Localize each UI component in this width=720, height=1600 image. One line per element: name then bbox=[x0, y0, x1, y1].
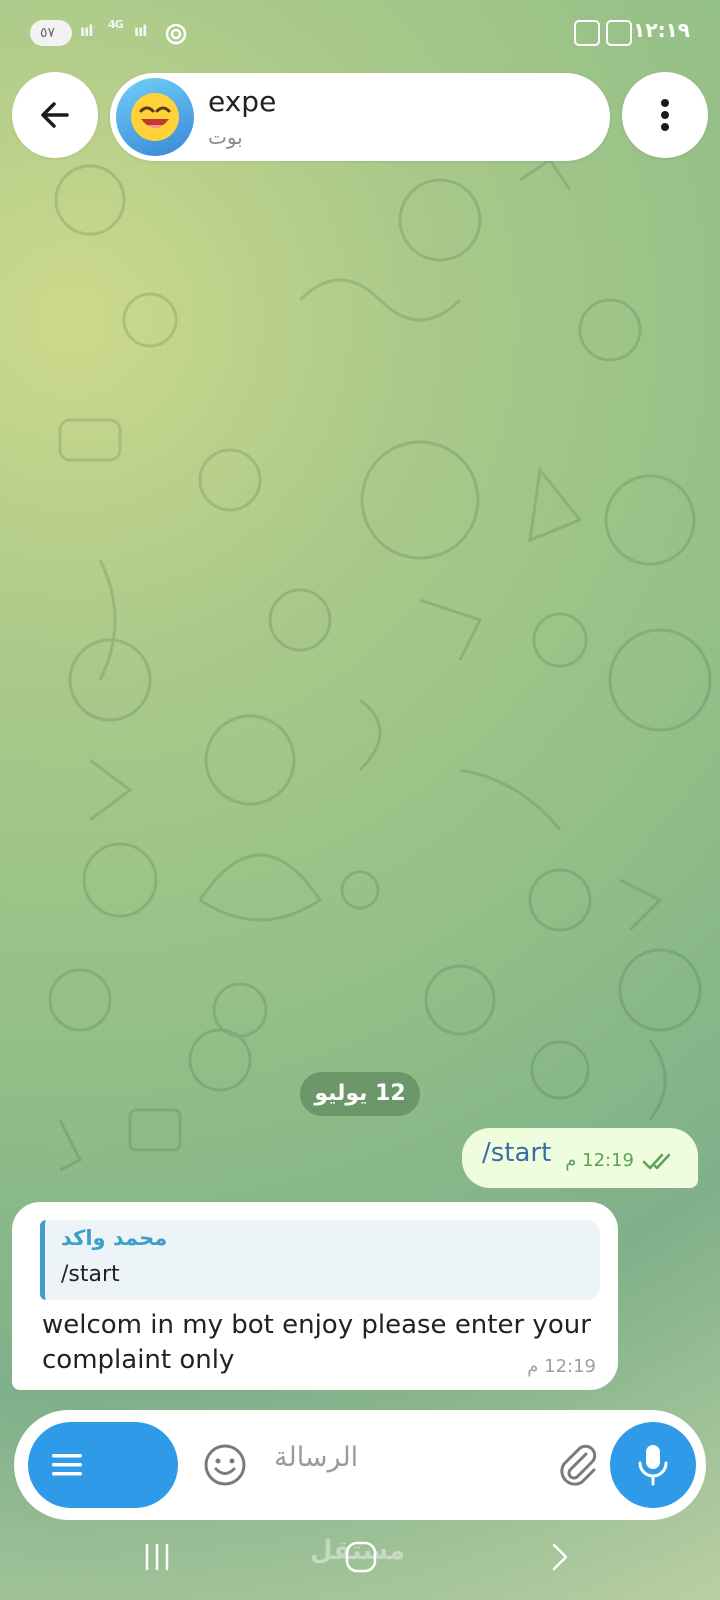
profile-notification-icon bbox=[574, 20, 600, 46]
message-text: /start bbox=[482, 1138, 552, 1168]
chat-subtitle: بوت bbox=[208, 125, 243, 149]
back-button[interactable] bbox=[12, 72, 98, 158]
network-type: 4G bbox=[108, 18, 124, 31]
read-check-icon bbox=[642, 1153, 671, 1170]
emoji-icon[interactable] bbox=[202, 1442, 248, 1488]
date-separator: 12 يوليو bbox=[300, 1072, 420, 1116]
back-nav-icon[interactable] bbox=[548, 1542, 572, 1572]
chat-header[interactable]: expe بوت bbox=[110, 73, 610, 161]
chat-title: expe bbox=[208, 85, 277, 118]
battery-indicator: ٥٧ bbox=[30, 20, 72, 46]
reply-text: /start bbox=[61, 1262, 120, 1287]
status-bar: ٥٧ ııl 4G ııl ١٢:١٩ bbox=[0, 0, 720, 66]
bot-menu-button[interactable] bbox=[28, 1422, 178, 1508]
system-navigation-bar: مستقل bbox=[0, 1520, 720, 1600]
reply-author: محمد واكد bbox=[61, 1226, 168, 1250]
message-time: 12:19 م bbox=[565, 1150, 634, 1171]
attachment-icon[interactable] bbox=[554, 1440, 602, 1488]
microphone-icon bbox=[638, 1445, 668, 1486]
more-options-button[interactable] bbox=[622, 72, 708, 158]
message-composer: الرسالة bbox=[14, 1410, 706, 1520]
arrow-left-icon bbox=[41, 102, 69, 128]
recent-apps-icon[interactable] bbox=[142, 1542, 172, 1572]
signal-icon: ııl bbox=[80, 22, 93, 40]
outgoing-message[interactable]: /start 12:19 م bbox=[462, 1128, 698, 1188]
message-time: 12:19 م bbox=[527, 1356, 596, 1377]
incoming-message[interactable]: محمد واكد /start welcom in my bot enjoy … bbox=[12, 1202, 618, 1390]
menu-icon bbox=[52, 1454, 82, 1476]
home-icon[interactable] bbox=[344, 1540, 378, 1574]
screenshot-icon bbox=[606, 20, 632, 46]
signal-icon-2: ııl bbox=[134, 22, 147, 40]
reply-quote[interactable]: محمد واكد /start bbox=[40, 1220, 600, 1300]
laughing-emoji-icon bbox=[131, 93, 179, 141]
clock: ١٢:١٩ bbox=[633, 18, 690, 42]
voice-record-button[interactable] bbox=[610, 1422, 696, 1508]
hotspot-icon bbox=[164, 22, 188, 50]
message-text: welcom in my bot enjoy please enter your… bbox=[42, 1310, 591, 1375]
message-input[interactable]: الرسالة bbox=[274, 1442, 358, 1473]
more-vertical-icon bbox=[661, 99, 669, 131]
bot-avatar[interactable] bbox=[116, 78, 194, 156]
